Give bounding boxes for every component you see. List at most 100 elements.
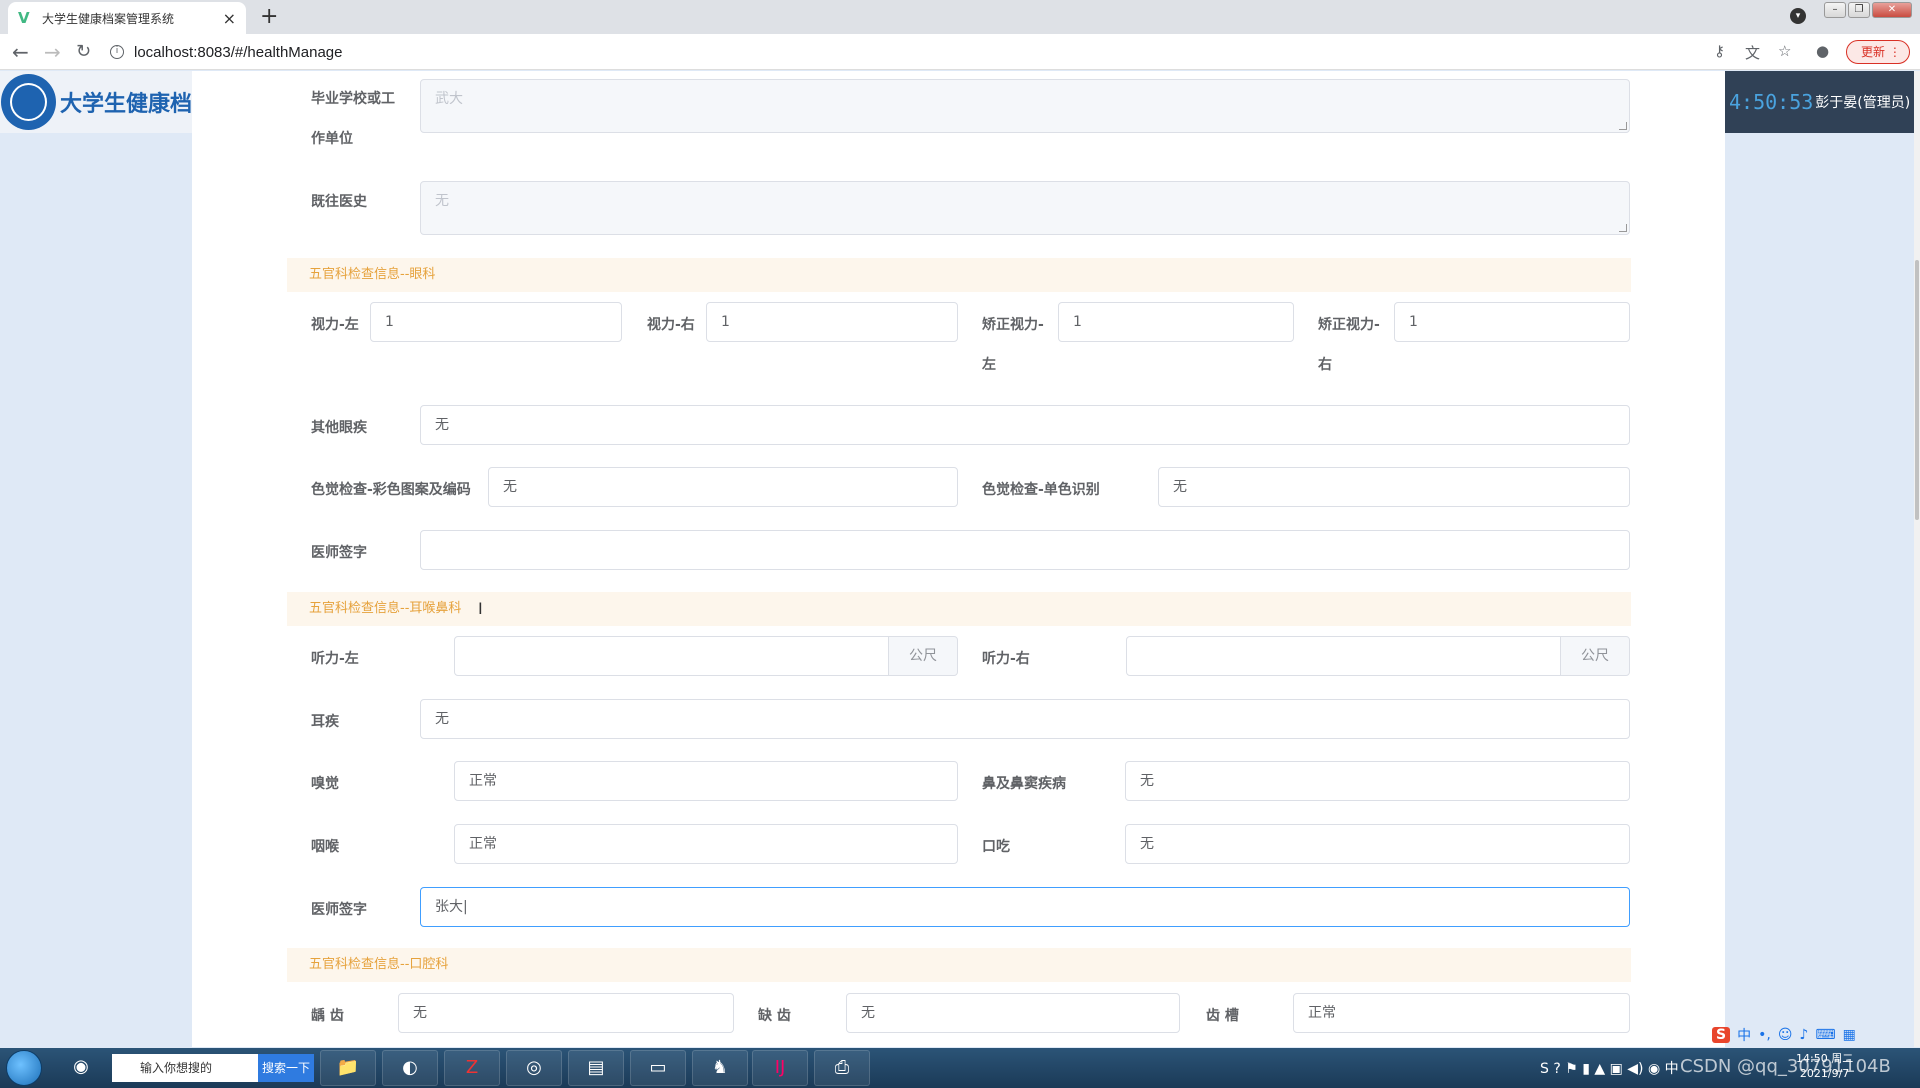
hearing-left-unit: 公尺 [888,637,957,675]
taskbar-search-button[interactable]: 搜索一下 [258,1054,314,1082]
corrected-right-label-2: 右 [1318,357,1332,373]
hearing-right-label: 听力-右 [982,651,1030,667]
profile-icon[interactable]: ● [1816,42,1829,60]
stutter-input[interactable]: 无 [1125,824,1630,864]
url-text[interactable]: localhost:8083/#/healthManage [134,44,343,61]
corrected-right-input[interactable]: 1 [1394,302,1630,342]
top-right-header: 4:50:53 彭于晏(管理员) ∨ [1725,71,1920,133]
csdn-watermark: CSDN @qq_30791104B [1680,1056,1891,1077]
missing-teeth-label: 缺 齿 [758,1008,791,1024]
ime-skin-icon[interactable]: ▦ [1843,1027,1856,1043]
intellij-icon[interactable]: IJ [752,1050,808,1086]
other-eye-label: 其他眼疾 [311,420,367,436]
resize-grip-icon[interactable] [1619,224,1627,232]
window-close-icon[interactable]: ✕ [1872,2,1912,18]
school-label-line1: 毕业学校或工 [311,91,395,107]
vision-right-label: 视力-右 [647,317,695,333]
ime-emoji-icon[interactable]: ☺ [1778,1027,1793,1043]
site-info-icon[interactable]: i [110,45,124,59]
caries-label: 龋 齿 [311,1008,344,1024]
corrected-right-label-1: 矫正视力- [1318,317,1380,333]
gum-input[interactable]: 正常 [1293,993,1630,1033]
back-icon[interactable]: ← [12,40,29,64]
nose-label: 鼻及鼻窦疾病 [982,776,1066,792]
sogou-ime-icon[interactable]: S [1712,1027,1731,1043]
terminal-icon[interactable]: ▭ [630,1050,686,1086]
vision-left-input[interactable]: 1 [370,302,622,342]
header-clock: 4:50:53 [1729,90,1814,114]
school-textarea[interactable]: 武大 [420,79,1630,133]
tab-search-icon[interactable]: ▾ [1790,8,1806,24]
hearing-right-unit: 公尺 [1560,637,1629,675]
windows-taskbar: ◉ e 输入你想搜的 搜索一下 📁 ◐ Z ◎ ▤ ▭ ♞ IJ ⎙ S ? ⚑… [0,1048,1920,1088]
app-logo[interactable]: 大学生健康档 [0,71,192,133]
ime-toolbar[interactable]: S 中 •, ☺ ♪ ⌨ ▦ [1712,1024,1856,1046]
bookmark-star-icon[interactable]: ☆ [1778,42,1791,60]
ear-input[interactable]: 无 [420,699,1630,739]
start-button-icon[interactable] [6,1050,42,1086]
caries-input[interactable]: 无 [398,993,734,1033]
vision-left-label: 视力-左 [311,317,359,333]
taskbar-search-input[interactable]: 输入你想搜的 [112,1054,258,1082]
folder-icon[interactable]: 📁 [320,1050,376,1086]
remote-desktop-icon[interactable]: ⎙ [814,1050,870,1086]
tab-close-icon[interactable]: × [223,9,236,28]
smell-input[interactable]: 正常 [454,761,958,801]
corrected-left-label-1: 矫正视力- [982,317,1044,333]
color-single-input[interactable]: 无 [1158,467,1630,507]
user-menu[interactable]: 彭于晏(管理员) ∨ [1815,92,1920,112]
ime-mode-icon[interactable]: 中 [1737,1025,1751,1045]
system-tray[interactable]: S ? ⚑ ▮ ▲ ▣ ◀) ◉ 中 [1540,1058,1679,1078]
ime-keyboard-icon[interactable]: ⌨ [1815,1027,1835,1043]
omnibox[interactable]: i localhost:8083/#/healthManage [110,39,1710,65]
section-oral: 五官科检查信息--口腔科 [287,948,1631,982]
browser-tabbar: V 大学生健康档案管理系统 × + ▾ – ❐ ✕ [0,0,1920,34]
minimize-icon[interactable]: – [1824,2,1846,18]
file-explorer-icon[interactable]: ▤ [568,1050,624,1086]
other-eye-input[interactable]: 无 [420,405,1630,445]
color-pattern-label: 色觉检查-彩色图案及编码 [311,482,471,498]
app-icon[interactable]: ♞ [692,1050,748,1086]
filezilla-icon[interactable]: Z [444,1050,500,1086]
nose-input[interactable]: 无 [1125,761,1630,801]
update-button[interactable]: 更新 ⋮ [1846,40,1910,64]
hearing-left-input[interactable]: 公尺 [454,636,958,676]
page-scrollbar-thumb[interactable] [1915,260,1919,520]
school-value: 武大 [435,91,463,107]
ent-doctor-input[interactable]: 张大| [420,887,1630,927]
color-single-label: 色觉检查-单色识别 [982,482,1100,498]
university-emblem-icon [1,74,56,130]
app-launcher-icon[interactable]: ◉ [56,1050,106,1086]
reload-icon[interactable]: ↻ [76,41,91,62]
missing-teeth-input[interactable]: 无 [846,993,1180,1033]
browser-tab[interactable]: V 大学生健康档案管理系统 × [8,2,246,34]
section-eye: 五官科检查信息--眼科 [287,258,1631,292]
stutter-label: 口吃 [982,839,1010,855]
health-form-card: 毕业学校或工 作单位 武大 既往医史 无 五官科检查信息--眼科 视力-左 1 … [192,71,1725,1047]
resize-grip-icon[interactable] [1619,122,1627,130]
vision-right-input[interactable]: 1 [706,302,958,342]
key-icon[interactable]: ⚷ [1714,42,1725,60]
history-label: 既往医史 [311,194,367,210]
hearing-left-label: 听力-左 [311,651,359,667]
history-value: 无 [435,193,449,209]
chrome-icon[interactable]: ◎ [506,1050,562,1086]
color-pattern-input[interactable]: 无 [488,467,958,507]
new-tab-button[interactable]: + [260,4,278,29]
smell-label: 嗅觉 [311,776,339,792]
eye-doctor-input[interactable] [420,530,1630,570]
corrected-left-input[interactable]: 1 [1058,302,1294,342]
app-title: 大学生健康档 [59,92,192,117]
page-scrollbar[interactable] [1914,71,1920,1047]
forward-icon[interactable]: → [44,40,61,64]
restore-icon[interactable]: ❐ [1848,2,1870,18]
ime-punct-icon[interactable]: •, [1758,1027,1771,1043]
throat-input[interactable]: 正常 [454,824,958,864]
ent-doctor-label: 医师签字 [311,902,367,918]
tab-title: 大学生健康档案管理系统 [42,11,175,26]
ime-mic-icon[interactable]: ♪ [1799,1027,1808,1043]
translate-icon[interactable]: 文 [1745,42,1760,63]
firefox-icon[interactable]: ◐ [382,1050,438,1086]
hearing-right-input[interactable]: 公尺 [1126,636,1630,676]
history-textarea[interactable]: 无 [420,181,1630,235]
